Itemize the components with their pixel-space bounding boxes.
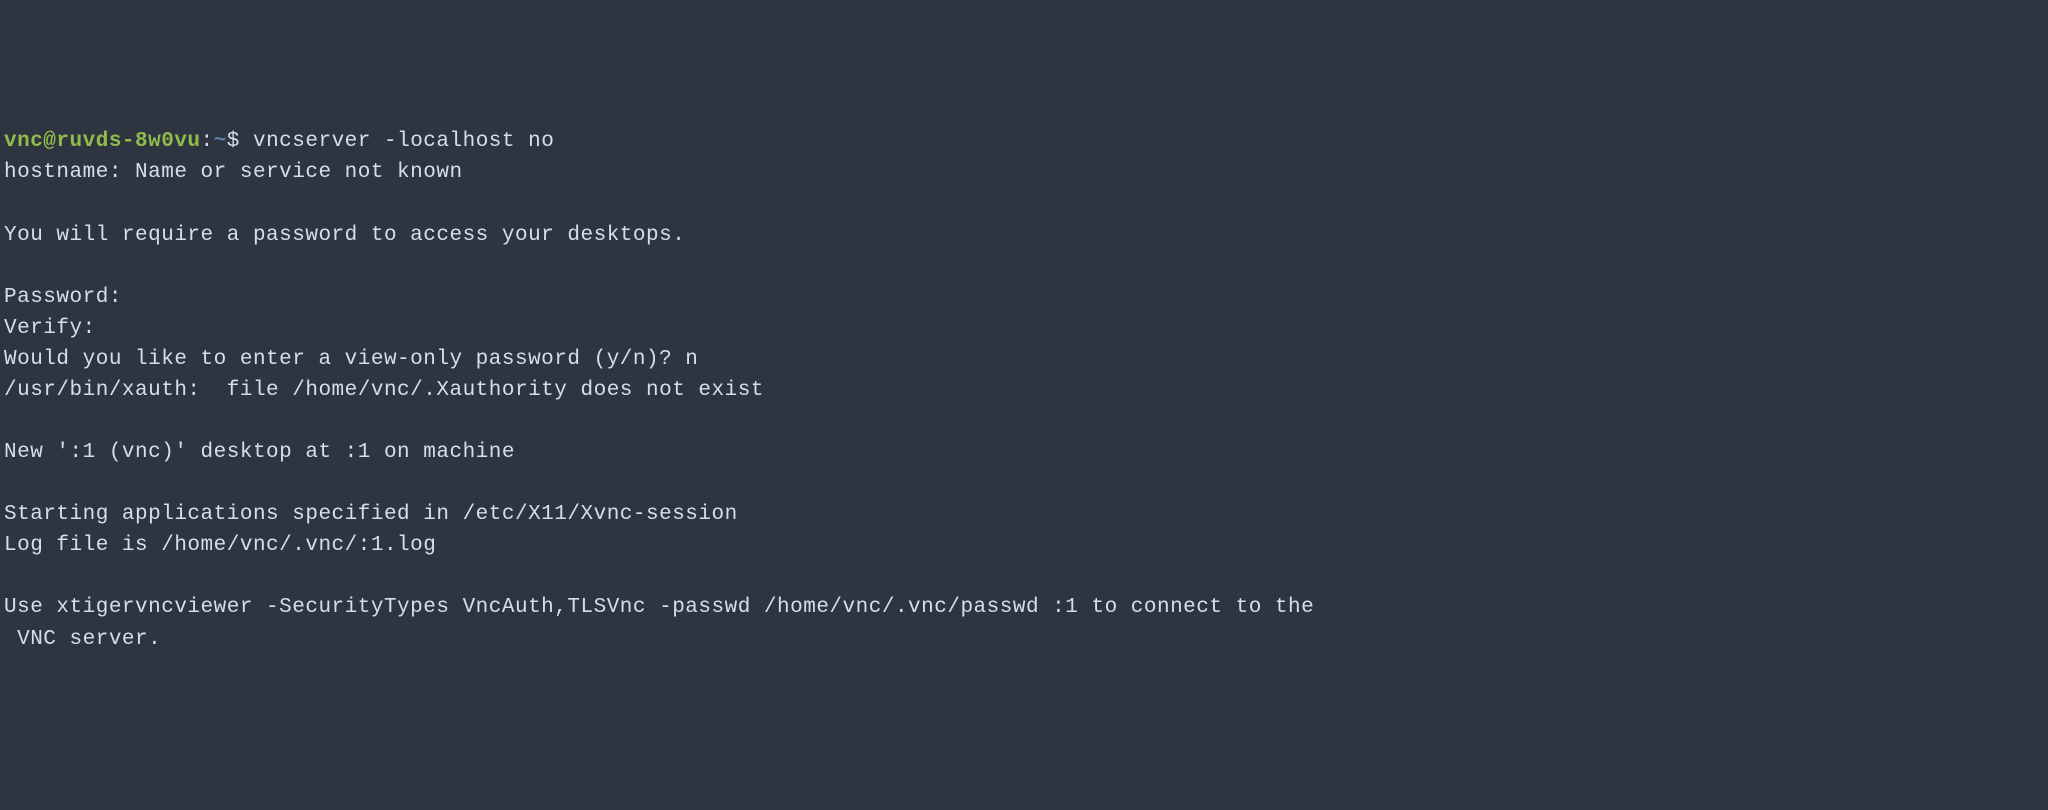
output-line: hostname: Name or service not known	[4, 161, 463, 184]
output-line: VNC server.	[4, 628, 161, 651]
output-line: Log file is /home/vnc/.vnc/:1.log	[4, 534, 436, 557]
output-line: Starting applications specified in /etc/…	[4, 503, 738, 526]
output-line: Verify:	[4, 317, 96, 340]
output-line: Would you like to enter a view-only pass…	[4, 348, 698, 371]
prompt-path: ~	[214, 130, 227, 153]
prompt-sep1: :	[201, 130, 214, 153]
prompt-line: vnc@ruvds-8w0vu:~$ vncserver -localhost …	[4, 130, 554, 153]
output-line: Password:	[4, 286, 122, 309]
prompt-user-host: vnc@ruvds-8w0vu	[4, 130, 201, 153]
output-line: Use xtigervncviewer -SecurityTypes VncAu…	[4, 596, 1314, 619]
prompt-sep2: $	[227, 130, 253, 153]
terminal-output[interactable]: vnc@ruvds-8w0vu:~$ vncserver -localhost …	[4, 126, 2044, 654]
output-line: You will require a password to access yo…	[4, 224, 685, 247]
output-line: New ':1 (vnc)' desktop at :1 on machine	[4, 441, 515, 464]
output-line: /usr/bin/xauth: file /home/vnc/.Xauthori…	[4, 379, 764, 402]
command-text: vncserver -localhost no	[253, 130, 554, 153]
